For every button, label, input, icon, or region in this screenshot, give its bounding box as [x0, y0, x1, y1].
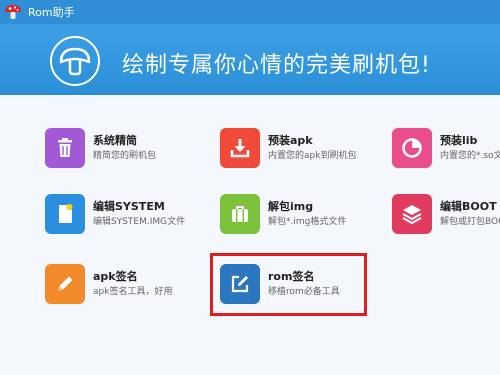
tool-edit-boot[interactable]: 编辑BOOT 解包或打包BOO	[392, 189, 500, 239]
tool-subtitle: 解包或打包BOO	[440, 217, 500, 227]
tool-edit-system[interactable]: 编辑SYSTEM 编辑SYSTEM.IMG文件	[45, 189, 215, 239]
selection-highlight	[210, 253, 367, 316]
tool-title: 预装lib	[440, 134, 478, 147]
trash-icon	[45, 128, 85, 168]
tool-preinstall-lib[interactable]: 预装lib 内置您的*.so文	[392, 123, 500, 173]
tool-subtitle: 编辑SYSTEM.IMG文件	[93, 217, 186, 227]
mushroom-logo-icon	[50, 36, 100, 86]
tool-subtitle: 内置您的*.so文	[440, 151, 500, 161]
title-bar: Rom助手	[0, 0, 500, 24]
file-gear-icon	[45, 194, 85, 234]
tool-unpack-img[interactable]: 解包img 解包*.img格式文件	[220, 189, 390, 239]
tool-subtitle: 内置您的apk到刷机包	[268, 151, 357, 161]
tool-title: 编辑BOOT	[440, 200, 497, 213]
layers-icon	[392, 194, 432, 234]
mushroom-icon	[4, 3, 22, 21]
pie-chart-icon	[392, 128, 432, 168]
tool-preinstall-apk[interactable]: 预装apk 内置您的apk到刷机包	[220, 123, 390, 173]
tool-subtitle: 精简您的刷机包	[93, 151, 157, 161]
pencil-icon	[45, 264, 85, 304]
briefcase-icon	[220, 194, 260, 234]
banner-slogan: 绘制专属你心情的完美刷机包!	[122, 53, 431, 78]
tool-title: 编辑SYSTEM	[93, 200, 165, 213]
banner: 绘制专属你心情的完美刷机包!	[0, 24, 500, 95]
tool-title: apk签名	[93, 270, 138, 283]
tool-apk-sign[interactable]: apk签名 apk签名工具，好用	[45, 259, 215, 309]
tool-system-slim[interactable]: 系统精简 精简您的刷机包	[45, 123, 215, 173]
download-tray-icon	[220, 128, 260, 168]
tool-title: 预装apk	[268, 134, 313, 147]
app-title: Rom助手	[28, 6, 75, 19]
tool-title: 系统精简	[93, 134, 137, 147]
tool-subtitle: 解包*.img格式文件	[268, 217, 347, 227]
tool-subtitle: apk签名工具，好用	[93, 287, 173, 297]
tool-title: 解包img	[268, 200, 314, 213]
